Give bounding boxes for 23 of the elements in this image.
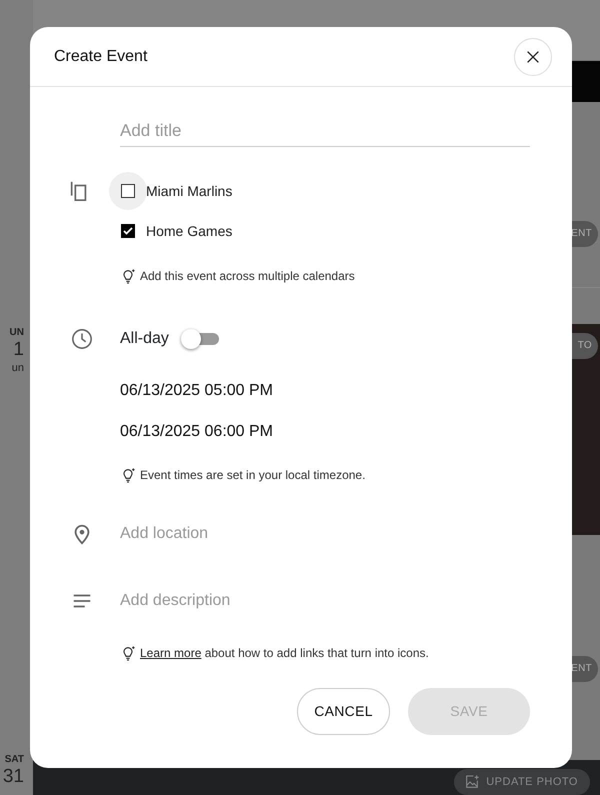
end-time[interactable]: 06/13/2025 06:00 PM (120, 412, 530, 452)
image-add-icon (464, 774, 480, 790)
weekday-label: un (10, 362, 24, 375)
weekday-label: SAT (4, 754, 24, 766)
day-number: 1 (12, 339, 24, 362)
learn-more-link[interactable]: Learn more (140, 646, 202, 660)
dialog-title: Create Event (54, 46, 148, 66)
clock-icon (71, 328, 93, 350)
close-icon (525, 48, 541, 64)
weekday-label: UN (8, 327, 24, 339)
all-day-label: All-day (120, 329, 169, 349)
checkbox[interactable] (121, 184, 135, 198)
hint-text: Event times are set in your local timezone. (140, 467, 366, 484)
close-button[interactable] (514, 38, 552, 76)
cancel-button[interactable]: CANCEL (297, 688, 390, 735)
all-day-toggle[interactable] (180, 329, 219, 349)
checkbox[interactable] (121, 224, 135, 238)
hint-text: Add this event across multiple calendars (140, 268, 355, 285)
hint-text: Learn more about how to add links that turn into icons. (140, 645, 429, 662)
calendar-label: Home Games (146, 222, 232, 240)
start-time[interactable]: 06/13/2025 05:00 PM (120, 371, 530, 411)
day-number: 31 (2, 766, 24, 789)
calendar-label: Miami Marlins (146, 182, 232, 200)
